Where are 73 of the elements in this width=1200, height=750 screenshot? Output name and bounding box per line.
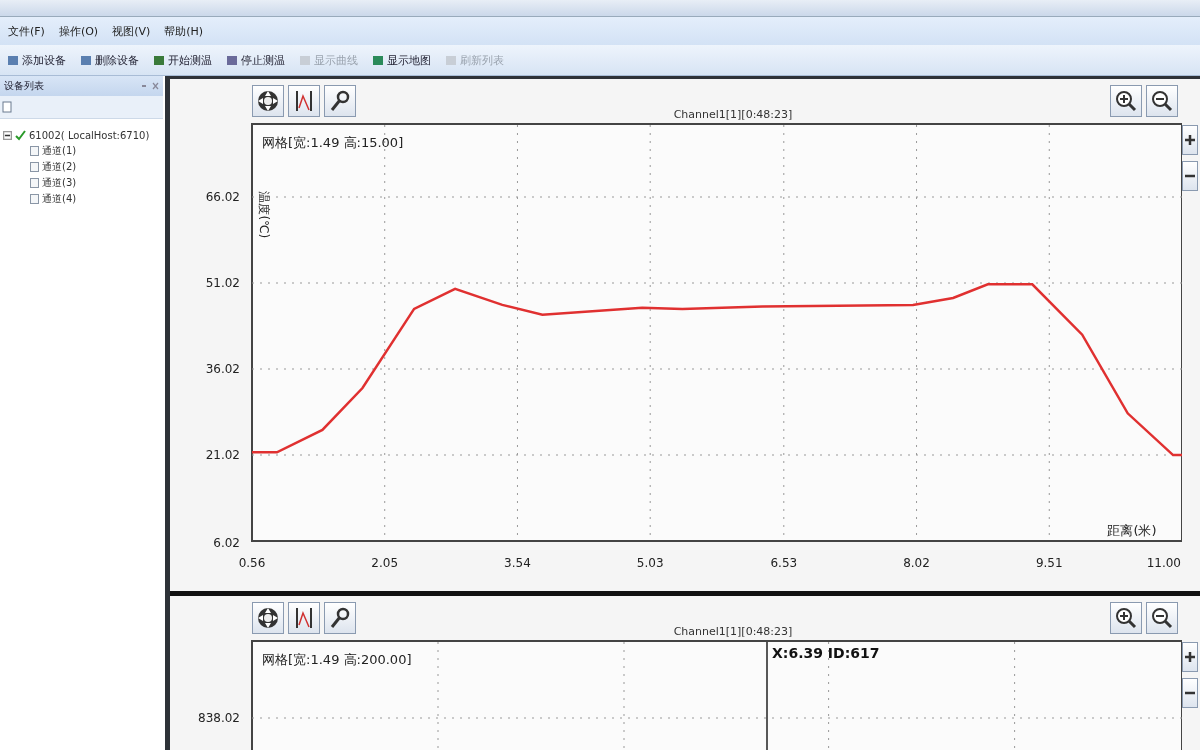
zoom-out-icon bbox=[1152, 608, 1173, 629]
move-icon bbox=[258, 608, 278, 628]
plus-button[interactable] bbox=[1182, 125, 1198, 155]
line-chart-icon bbox=[296, 90, 312, 112]
axis-label: 距离(米) bbox=[1107, 523, 1157, 538]
tick-label: 11.00 bbox=[1146, 556, 1181, 570]
menu-item[interactable]: 帮助(H) bbox=[160, 21, 208, 41]
plus-icon bbox=[1183, 133, 1197, 147]
plus-button[interactable] bbox=[1182, 642, 1198, 672]
toolbar-button[interactable]: 删除设备 bbox=[77, 50, 142, 70]
tick-label: 5.03 bbox=[636, 556, 664, 570]
toolbar-button[interactable]: 开始测温 bbox=[150, 50, 215, 70]
zoom-out-icon bbox=[1152, 91, 1173, 112]
line-chart-icon bbox=[296, 607, 312, 629]
channel-item[interactable]: 通道(3) bbox=[42, 176, 77, 190]
tick-label: 838.02 bbox=[198, 711, 240, 725]
grid-info-label: 网格[宽:1.49 高:15.00] bbox=[262, 135, 404, 150]
zoom-in-button[interactable] bbox=[1110, 602, 1142, 634]
tool-icon bbox=[445, 54, 457, 66]
toolbar-button[interactable]: 停止测温 bbox=[223, 50, 288, 70]
channel-item[interactable]: 通道(2) bbox=[42, 160, 77, 174]
menu-item[interactable]: 视图(V) bbox=[108, 21, 155, 41]
magnifier-icon bbox=[330, 90, 350, 111]
magnifier-icon bbox=[330, 607, 350, 628]
cursor-readout: X:6.39 ID:617 bbox=[772, 645, 880, 661]
measure-button[interactable] bbox=[324, 602, 356, 634]
chart-title: Channel1[1][0:48:23] bbox=[672, 108, 794, 123]
tick-label: 3.54 bbox=[504, 556, 531, 570]
zoom-out-button[interactable] bbox=[1146, 85, 1178, 117]
collapse-icon[interactable] bbox=[3, 130, 12, 140]
zoom-in-button[interactable] bbox=[1110, 85, 1142, 117]
minus-button[interactable] bbox=[1182, 678, 1198, 708]
measure-button[interactable] bbox=[324, 85, 356, 117]
move-icon bbox=[258, 91, 278, 111]
line-chart-button[interactable] bbox=[288, 85, 320, 117]
zoom-out-button[interactable] bbox=[1146, 602, 1178, 634]
minus-button[interactable] bbox=[1182, 161, 1198, 191]
tick-label: 66.02 bbox=[205, 190, 240, 204]
tick-label: 8.02 bbox=[903, 556, 930, 570]
tool-icon bbox=[372, 54, 384, 66]
move-button[interactable] bbox=[252, 85, 284, 117]
tick-label: 6.02 bbox=[213, 536, 240, 550]
tool-icon bbox=[153, 54, 165, 66]
panel-title: 设备列表 bbox=[4, 79, 44, 93]
tick-label: 51.02 bbox=[205, 276, 240, 290]
document-icon[interactable] bbox=[2, 101, 12, 113]
channel-item[interactable]: 通道(1) bbox=[42, 144, 77, 158]
panel-controls-icon[interactable] bbox=[141, 82, 159, 90]
tool-icon bbox=[299, 54, 311, 66]
menu-item[interactable]: 文件(F) bbox=[4, 21, 49, 41]
tick-label: 9.51 bbox=[1035, 556, 1063, 570]
device-label[interactable]: 61002( LocalHost:6710) bbox=[29, 129, 150, 141]
zoom-in-icon bbox=[1116, 91, 1137, 112]
chart-title: Channel1[1][0:48:23] bbox=[672, 625, 794, 640]
zoom-in-icon bbox=[1116, 608, 1137, 629]
tick-label: 6.53 bbox=[770, 556, 798, 570]
tick-label: 2.05 bbox=[371, 556, 399, 570]
toolbar-button[interactable]: 显示地图 bbox=[369, 50, 434, 70]
tool-icon bbox=[7, 54, 19, 66]
tool-icon bbox=[80, 54, 92, 66]
axis-label: 温度(℃) bbox=[257, 191, 271, 239]
move-button[interactable] bbox=[252, 602, 284, 634]
channel-item[interactable]: 通道(4) bbox=[42, 192, 77, 206]
tool-icon bbox=[226, 54, 238, 66]
tick-label: 0.56 bbox=[238, 556, 266, 570]
tick-label: 21.02 bbox=[205, 448, 240, 462]
tick-label: 36.02 bbox=[205, 362, 240, 376]
plus-icon bbox=[1183, 650, 1197, 664]
toolbar-button[interactable]: 添加设备 bbox=[4, 50, 69, 70]
grid-info-label: 网格[宽:1.49 高:200.00] bbox=[262, 652, 412, 667]
check-icon[interactable] bbox=[15, 129, 26, 141]
menu-item[interactable]: 操作(O) bbox=[54, 21, 103, 41]
line-chart-button[interactable] bbox=[288, 602, 320, 634]
